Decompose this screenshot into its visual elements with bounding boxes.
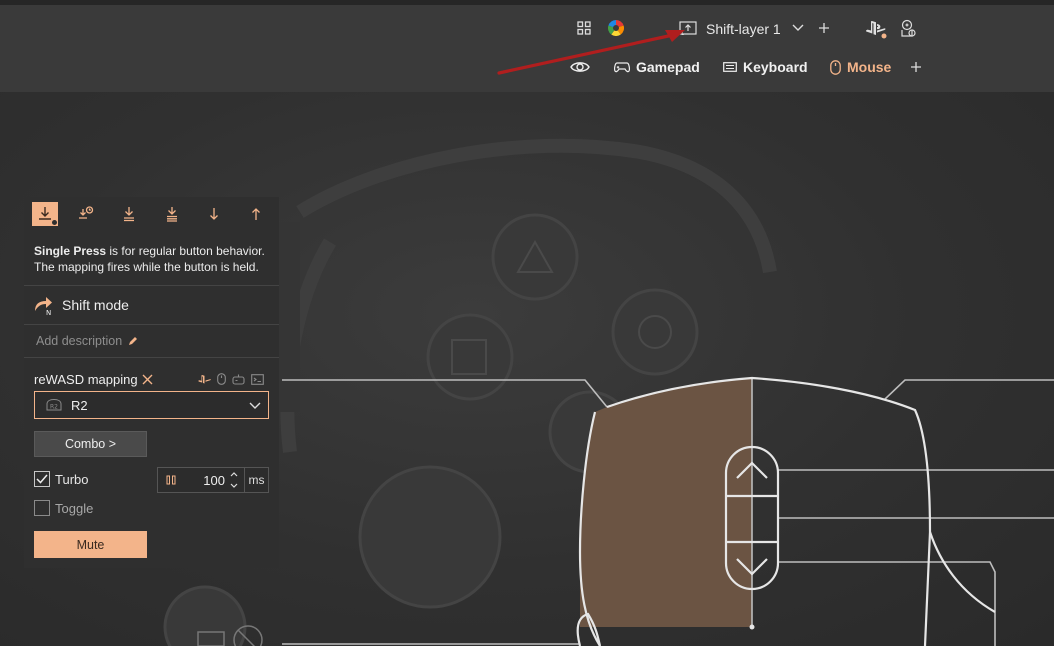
pencil-icon: [129, 337, 138, 345]
turbo-checkbox[interactable]: [34, 471, 50, 487]
mute-button[interactable]: Mute: [34, 531, 147, 558]
mapping-label: reWASD mapping: [34, 372, 138, 387]
playstation-icon[interactable]: [864, 17, 888, 41]
divider: [24, 324, 279, 325]
tab-keyboard-label: Keyboard: [743, 59, 808, 75]
tab-mouse[interactable]: Mouse: [830, 59, 891, 75]
add-device-icon[interactable]: [907, 58, 925, 76]
single-press-tool[interactable]: [32, 202, 58, 226]
shift-arrow-icon: N: [35, 297, 52, 315]
close-icon[interactable]: [142, 374, 153, 385]
combo-button[interactable]: Combo >: [34, 431, 147, 457]
tab-keyboard[interactable]: Keyboard: [723, 59, 808, 75]
toggle-label: Toggle: [55, 500, 94, 516]
start-press-icon: [79, 206, 94, 219]
controller-settings-icon[interactable]: [896, 17, 920, 41]
stepper-icon[interactable]: [229, 470, 239, 490]
single-press-icon: [39, 207, 51, 220]
add-layer-icon[interactable]: [815, 19, 833, 37]
add-description-label: Add description: [36, 334, 123, 348]
chevron-down-icon: [249, 402, 261, 409]
turbo-checkbox-row[interactable]: Turbo: [34, 471, 88, 487]
triple-press-tool[interactable]: [159, 202, 185, 226]
activator-toolbar: [24, 197, 279, 231]
macro-mapping-icon[interactable]: [251, 373, 264, 385]
double-press-tool[interactable]: [116, 202, 142, 226]
arrow-down-icon: [210, 208, 218, 220]
arrow-up-icon: [252, 208, 260, 220]
keyboard-icon: [723, 62, 737, 72]
playstation-mapping-icon[interactable]: [198, 374, 211, 385]
turbo-label: Turbo: [55, 471, 89, 487]
toggle-checkbox[interactable]: [34, 500, 50, 516]
checkmark-icon: [36, 474, 48, 484]
activator-description: Single Press is for regular button behav…: [34, 243, 274, 275]
long-press-tool[interactable]: [243, 202, 269, 226]
mouse-mapping-icon[interactable]: [217, 373, 226, 385]
turbo-delay-unit: ms: [244, 468, 268, 492]
mapping-dropdown[interactable]: R2 R2: [34, 391, 269, 419]
turbo-delay-input[interactable]: 100 ms: [157, 467, 269, 493]
mouse-icon: [830, 59, 841, 75]
start-press-tool[interactable]: [73, 202, 99, 226]
mapping-panel: Single Press is for regular button behav…: [24, 197, 279, 568]
gamepad-mapping-icon[interactable]: [232, 374, 245, 385]
tab-mouse-label: Mouse: [847, 59, 892, 75]
activator-name: Single Press: [34, 244, 107, 258]
turbo-delay-value: 100: [203, 472, 225, 488]
shift-mode-row[interactable]: N Shift mode: [34, 295, 129, 315]
r2-trigger-icon: R2: [46, 398, 62, 411]
divider: [24, 285, 279, 286]
shift-mode-label: Shift mode: [62, 297, 129, 313]
annotation-arrow: [497, 30, 685, 75]
svg-text:N: N: [46, 309, 51, 315]
mapping-type-icons: [198, 373, 264, 385]
release-tool[interactable]: [201, 202, 227, 226]
pause-icon: [166, 475, 176, 485]
divider: [24, 357, 279, 358]
add-description-field[interactable]: Add description: [36, 334, 138, 348]
svg-text:R2: R2: [50, 404, 58, 411]
layer-selector-label[interactable]: Shift-layer 1: [706, 21, 781, 37]
toggle-checkbox-row[interactable]: Toggle: [34, 500, 93, 516]
chevron-down-icon[interactable]: [789, 19, 807, 37]
selected-mapping: R2: [71, 397, 88, 413]
double-press-icon: [124, 207, 134, 222]
mapping-header: reWASD mapping: [34, 372, 153, 387]
triple-press-icon: [167, 207, 177, 222]
